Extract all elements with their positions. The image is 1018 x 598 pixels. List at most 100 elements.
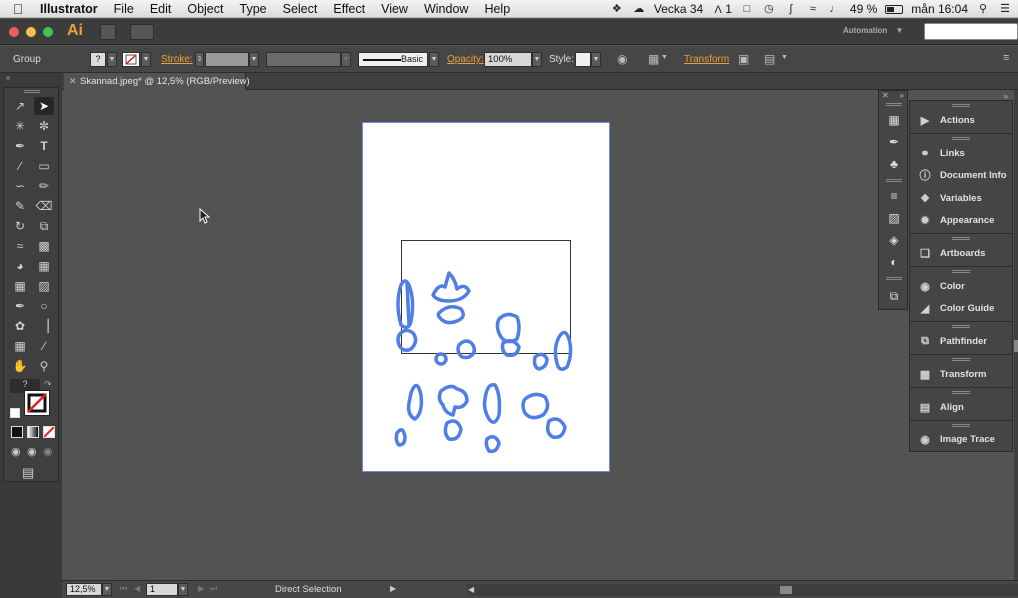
draw-inside-icon[interactable]: ◉ — [43, 445, 53, 458]
panel-group-grip[interactable] — [886, 179, 902, 182]
panel-group-grip[interactable] — [952, 137, 970, 140]
artboard-number-field[interactable]: 1 — [146, 583, 178, 596]
graphic-style-dropdown[interactable]: ▼ — [591, 52, 601, 67]
week-number[interactable]: Vecka 34 — [654, 2, 703, 16]
transform-link[interactable]: Transform — [684, 54, 729, 65]
document-tab[interactable]: ✕ Skannad.jpeg* @ 12,5% (RGB/Preview) — [64, 73, 250, 90]
opacity-field[interactable]: 100% — [484, 52, 532, 67]
scroll-left-icon[interactable]: ◀ — [468, 585, 474, 594]
swap-fill-stroke-icon[interactable]: ↷ — [44, 379, 52, 390]
isolate-group-icon[interactable]: ▣ — [738, 52, 749, 66]
color-mode-icon[interactable] — [11, 426, 23, 438]
menu-type[interactable]: Type — [232, 2, 275, 16]
apple-menu-icon[interactable]:  — [0, 1, 36, 17]
panel-group-grip[interactable] — [952, 270, 970, 273]
panel-group-grip[interactable] — [952, 325, 970, 328]
default-fill-stroke-icon[interactable] — [10, 408, 20, 418]
align-options-dropdown[interactable]: ▼ — [661, 54, 668, 61]
time-machine-icon[interactable]: ◷ — [762, 3, 776, 15]
paintbrush-tool-icon[interactable]: ∽ — [10, 177, 30, 195]
column-graph-tool-icon[interactable]: ▕ — [34, 317, 54, 335]
zoom-dropdown[interactable]: ▼ — [102, 583, 112, 596]
transparency-icon[interactable]: ◐ — [887, 255, 901, 269]
dropbox-icon[interactable]: ❖ — [610, 3, 624, 15]
bridge-button[interactable] — [100, 24, 116, 40]
collapse-panels-icon[interactable]: » — [1004, 92, 1008, 101]
panel-color[interactable]: ◉ Color — [910, 276, 1012, 296]
pencil-tool-icon[interactable]: ✏ — [34, 177, 54, 195]
selection-tool-icon[interactable]: ↗ — [10, 97, 30, 115]
draw-normal-icon[interactable]: ◉ — [11, 445, 21, 458]
panel-artboards[interactable]: ❏ Artboards — [910, 243, 1012, 263]
free-transform-tool-icon[interactable]: ▩ — [34, 237, 54, 255]
artboard[interactable] — [362, 122, 610, 472]
panel-group-grip[interactable] — [886, 103, 902, 106]
artboard-dropdown[interactable]: ▼ — [178, 583, 188, 596]
menu-file[interactable]: File — [106, 2, 142, 16]
zoom-window-button[interactable] — [43, 27, 53, 37]
type-tool-icon[interactable]: T — [34, 137, 54, 155]
swatches-icon[interactable]: ▦ — [887, 113, 901, 127]
rotate-tool-icon[interactable]: ↻ — [10, 217, 30, 235]
stroke-indicator[interactable] — [24, 390, 50, 416]
fill-swatch[interactable]: ? — [90, 52, 106, 67]
panel-group-grip[interactable] — [952, 237, 970, 240]
panel-group-grip[interactable] — [952, 391, 970, 394]
arrange-dropdown[interactable]: ▼ — [781, 54, 788, 61]
menu-view[interactable]: View — [373, 2, 416, 16]
align-options-icon[interactable]: ▦ — [648, 52, 659, 66]
status-menu-arrow-icon[interactable]: ▶ — [390, 584, 396, 593]
menu-select[interactable]: Select — [275, 2, 326, 16]
clock[interactable]: mån 16:04 — [911, 2, 968, 16]
change-screen-mode-icon[interactable]: ▤ — [22, 465, 34, 481]
slice-tool-icon[interactable]: ∕ — [34, 337, 54, 355]
menu-window[interactable]: Window — [416, 2, 476, 16]
zoom-tool-icon[interactable]: ⚲ — [34, 357, 54, 375]
opacity-dropdown[interactable]: ▼ — [532, 52, 542, 67]
artboard-tool-icon[interactable]: ▦ — [10, 337, 30, 355]
arrange-documents-button[interactable] — [130, 24, 154, 40]
magic-wand-tool-icon[interactable]: ✳ — [10, 117, 30, 135]
stroke-weight-field[interactable] — [205, 52, 249, 67]
adobe-status[interactable]: Λ1 — [711, 2, 732, 16]
menu-help[interactable]: Help — [476, 2, 518, 16]
traced-artwork[interactable] — [363, 123, 609, 471]
menu-effect[interactable]: Effect — [325, 2, 373, 16]
brush-dropdown[interactable]: ▼ — [429, 52, 439, 67]
close-window-button[interactable] — [9, 27, 19, 37]
menu-app-name[interactable]: Illustrator — [36, 2, 106, 16]
menu-edit[interactable]: Edit — [142, 2, 180, 16]
battery-percent[interactable]: 49 % — [850, 2, 877, 16]
opacity-label-link[interactable]: Opacity: — [447, 54, 484, 65]
close-dock-icon[interactable]: ✕ — [882, 91, 889, 100]
brushes-icon[interactable]: ✒ — [887, 135, 901, 149]
battery-icon[interactable] — [885, 4, 904, 14]
hand-tool-icon[interactable]: ✋ — [10, 357, 30, 375]
expand-dock-icon[interactable]: » — [900, 91, 904, 100]
panel-actions[interactable]: ▶ Actions — [910, 110, 1012, 130]
stroke-color-dropdown[interactable]: ▼ — [141, 52, 151, 67]
width-tool-icon[interactable]: ≈ — [10, 237, 30, 255]
variable-width-dropdown[interactable]: ▼ — [341, 52, 351, 67]
panel-pathfinder[interactable]: ⧉ Pathfinder — [910, 331, 1012, 351]
wifi-icon[interactable]: ≈ — [806, 3, 820, 15]
symbol-sprayer-tool-icon[interactable]: ✿ — [10, 317, 30, 335]
lasso-tool-icon[interactable]: ✼ — [34, 117, 54, 135]
gradient-mode-icon[interactable] — [27, 426, 39, 438]
gradient-tool-icon[interactable]: ▨ — [34, 277, 54, 295]
panel-group-grip[interactable] — [952, 358, 970, 361]
bluetooth-icon[interactable]: ∫ — [784, 3, 798, 15]
perspective-grid-tool-icon[interactable]: ▦ — [34, 257, 54, 275]
previous-artboard-icon[interactable]: ◀ — [134, 584, 140, 593]
menu-object[interactable]: Object — [179, 2, 231, 16]
recolor-artwork-icon[interactable]: ◉ — [617, 52, 627, 66]
panel-group-grip[interactable] — [886, 277, 902, 280]
workspace-switcher[interactable]: Automation ▼ — [835, 24, 903, 36]
variable-width-profile[interactable] — [266, 52, 341, 67]
selection-rectangle[interactable] — [401, 240, 571, 354]
graphic-style-swatch[interactable] — [575, 52, 591, 67]
horizontal-scrollbar[interactable]: ◀ ▶ — [467, 584, 1018, 596]
gradient-panel-icon[interactable]: ▨ — [887, 211, 901, 225]
shape-builder-tool-icon[interactable]: ◕ — [10, 257, 30, 275]
mesh-tool-icon[interactable]: ▦ — [10, 277, 30, 295]
